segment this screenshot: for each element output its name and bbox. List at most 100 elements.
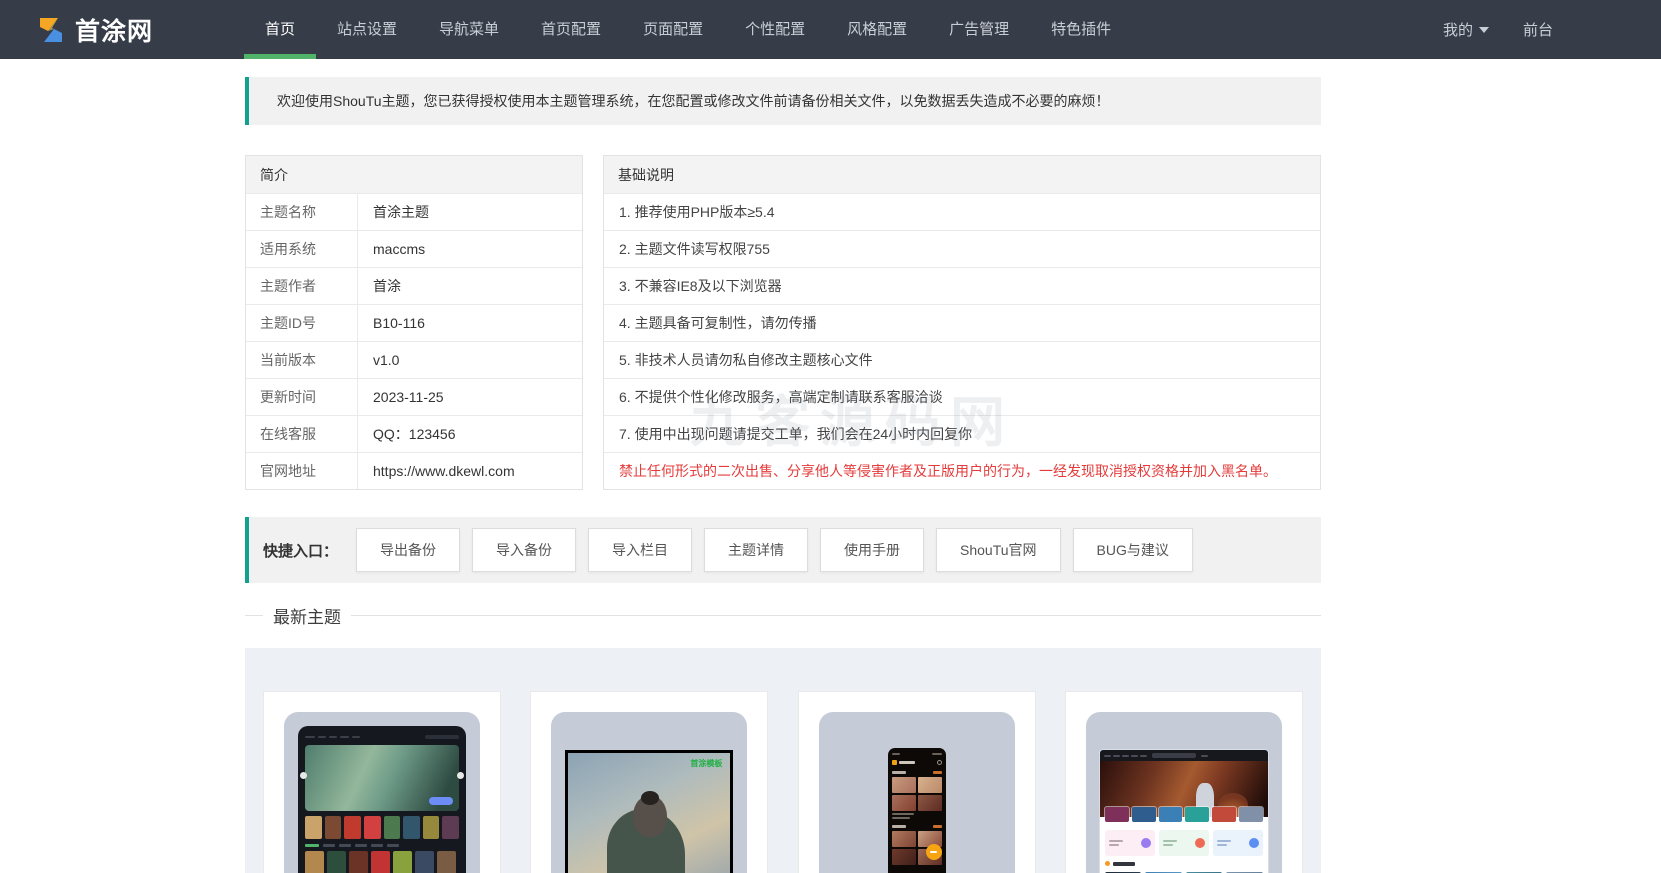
nav-item-page-config[interactable]: 页面配置 [622,0,724,59]
phone-thumbnail-grid [892,777,942,811]
note-text: 4. 主题具备可复制性，请勿传播 [604,305,1320,341]
note-text: 3. 不兼容IE8及以下浏览器 [604,268,1320,304]
notes-table: 基础说明 1. 推荐使用PHP版本≥5.4 2. 主题文件读写权限755 3. … [603,155,1321,490]
player-watermark-text: 首涂模板 [690,758,722,769]
phone-app-header [892,760,942,765]
row-value: https://www.dkewl.com [358,453,515,489]
nav-item-ad-manage[interactable]: 广告管理 [928,0,1030,59]
import-columns-button[interactable]: 导入栏目 [588,528,692,572]
phone-caption-lines [892,813,942,819]
nav-item-label: 导航菜单 [439,21,499,38]
preview-thumbnail-row [1100,807,1268,822]
nav-item-personal-config[interactable]: 个性配置 [724,0,826,59]
nav-item-plugins[interactable]: 特色插件 [1030,0,1132,59]
my-dropdown-label: 我的 [1443,19,1473,40]
nav-item-site-settings[interactable]: 站点设置 [316,0,418,59]
front-site-link[interactable]: 前台 [1523,19,1553,40]
row-label: 适用系统 [246,231,358,267]
table-row: 当前版本 v1.0 [246,341,582,378]
table-row: 禁止任何形式的二次出售、分享他人等侵害作者及正版用户的行为，一经发现取消授权资格… [604,452,1320,489]
row-value: 2023-11-25 [358,379,444,415]
latest-themes-panel: 首涂模板 [245,648,1321,873]
main-content: 九客源码网 欢迎使用ShouTu主题，您已获得授权使用本主题管理系统，在您配置或… [245,77,1321,873]
carousel-arrow-left-icon [300,772,307,779]
theme-preview-screenshot [1100,750,1268,873]
preview-search-pill [425,735,459,739]
quick-entry-bar: 快捷入口： 导出备份 导入备份 导入栏目 主题详情 使用手册 ShouTu官网 … [245,517,1321,583]
table-row: 更新时间 2023-11-25 [246,378,582,415]
theme-preview-frame [819,712,1015,873]
note-text: 6. 不提供个性化修改服务，高端定制请联系客服洽谈 [604,379,1320,415]
intro-table-header: 简介 [246,156,582,193]
theme-card[interactable] [1065,691,1303,873]
theme-card[interactable] [263,691,501,873]
divider-line [245,615,263,616]
row-value: B10-116 [358,305,425,341]
note-text: 7. 使用中出现问题请提交工单，我们会在24小时内回复你 [604,416,1320,452]
theme-preview-frame: 首涂模板 [551,712,747,873]
table-row: 1. 推荐使用PHP版本≥5.4 [604,193,1320,230]
my-dropdown[interactable]: 我的 [1443,19,1489,40]
table-row: 3. 不兼容IE8及以下浏览器 [604,267,1320,304]
theme-preview-screenshot [298,726,466,873]
brand-name: 首涂网 [75,12,153,48]
bug-suggestion-button[interactable]: BUG与建议 [1073,528,1193,572]
nav-item-nav-menu[interactable]: 导航菜单 [418,0,520,59]
row-label: 更新时间 [246,379,358,415]
brand-logo-icon [36,15,66,45]
theme-card[interactable] [798,691,1036,873]
export-backup-button[interactable]: 导出备份 [356,528,460,572]
nav-item-label: 个性配置 [745,21,805,38]
phone-fab-button [926,844,942,860]
note-text: 2. 主题文件读写权限755 [604,231,1320,267]
nav-item-style-config[interactable]: 风格配置 [826,0,928,59]
category-icon [1141,838,1151,848]
chevron-down-icon [1479,27,1489,33]
table-row: 主题作者 首涂 [246,267,582,304]
theme-details-button[interactable]: 主题详情 [704,528,808,572]
preview-category-cards [1100,822,1268,858]
official-site-button[interactable]: ShouTu官网 [936,528,1061,572]
row-value: QQ：123456 [358,416,456,452]
nav-item-label: 广告管理 [949,21,1009,38]
welcome-alert-text: 欢迎使用ShouTu主题，您已获得授权使用本主题管理系统，在您配置或修改文件前请… [277,91,1110,111]
note-text: 1. 推荐使用PHP版本≥5.4 [604,194,1320,230]
row-label: 当前版本 [246,342,358,378]
brand[interactable]: 首涂网 [36,0,153,59]
table-row: 在线客服 QQ：123456 [246,415,582,452]
row-label: 在线客服 [246,416,358,452]
table-row: 7. 使用中出现问题请提交工单，我们会在24小时内回复你 [604,415,1320,452]
preview-topbar [305,733,459,740]
row-value: 首涂主题 [358,194,429,230]
table-row: 官网地址 https://www.dkewl.com [246,452,582,489]
preview-topbar [1100,750,1268,761]
nav-item-home[interactable]: 首页 [244,0,316,59]
section-title-text: 最新主题 [273,603,341,628]
user-manual-button[interactable]: 使用手册 [820,528,924,572]
table-row: 5. 非技术人员请勿私自修改主题核心文件 [604,341,1320,378]
table-row: 6. 不提供个性化修改服务，高端定制请联系客服洽谈 [604,378,1320,415]
category-icon [1249,838,1259,848]
category-icon [1195,838,1205,848]
preview-banner-button [429,797,453,805]
import-backup-button[interactable]: 导入备份 [472,528,576,572]
preview-poster-grid [1100,866,1268,873]
note-text: 5. 非技术人员请勿私自修改主题核心文件 [604,342,1320,378]
row-label: 主题作者 [246,268,358,304]
nav-item-home-config[interactable]: 首页配置 [520,0,622,59]
notes-table-header: 基础说明 [604,156,1320,193]
bullet-icon [1105,861,1110,866]
preview-section-header [1100,858,1268,866]
search-icon [937,760,942,765]
theme-card[interactable]: 首涂模板 [530,691,768,873]
table-row: 主题名称 首涂主题 [246,193,582,230]
row-value: 首涂 [358,268,401,304]
carousel-arrow-right-icon [457,772,464,779]
theme-preview-screenshot: 首涂模板 [565,750,733,873]
phone-section-label [892,771,942,774]
preview-search-pill [1152,753,1196,758]
intro-table: 简介 主题名称 首涂主题 适用系统 maccms 主题作者 首涂 主题ID号 B… [245,155,583,490]
app-logo-icon [892,760,897,765]
preview-banner [305,745,459,811]
nav-item-label: 页面配置 [643,21,703,38]
